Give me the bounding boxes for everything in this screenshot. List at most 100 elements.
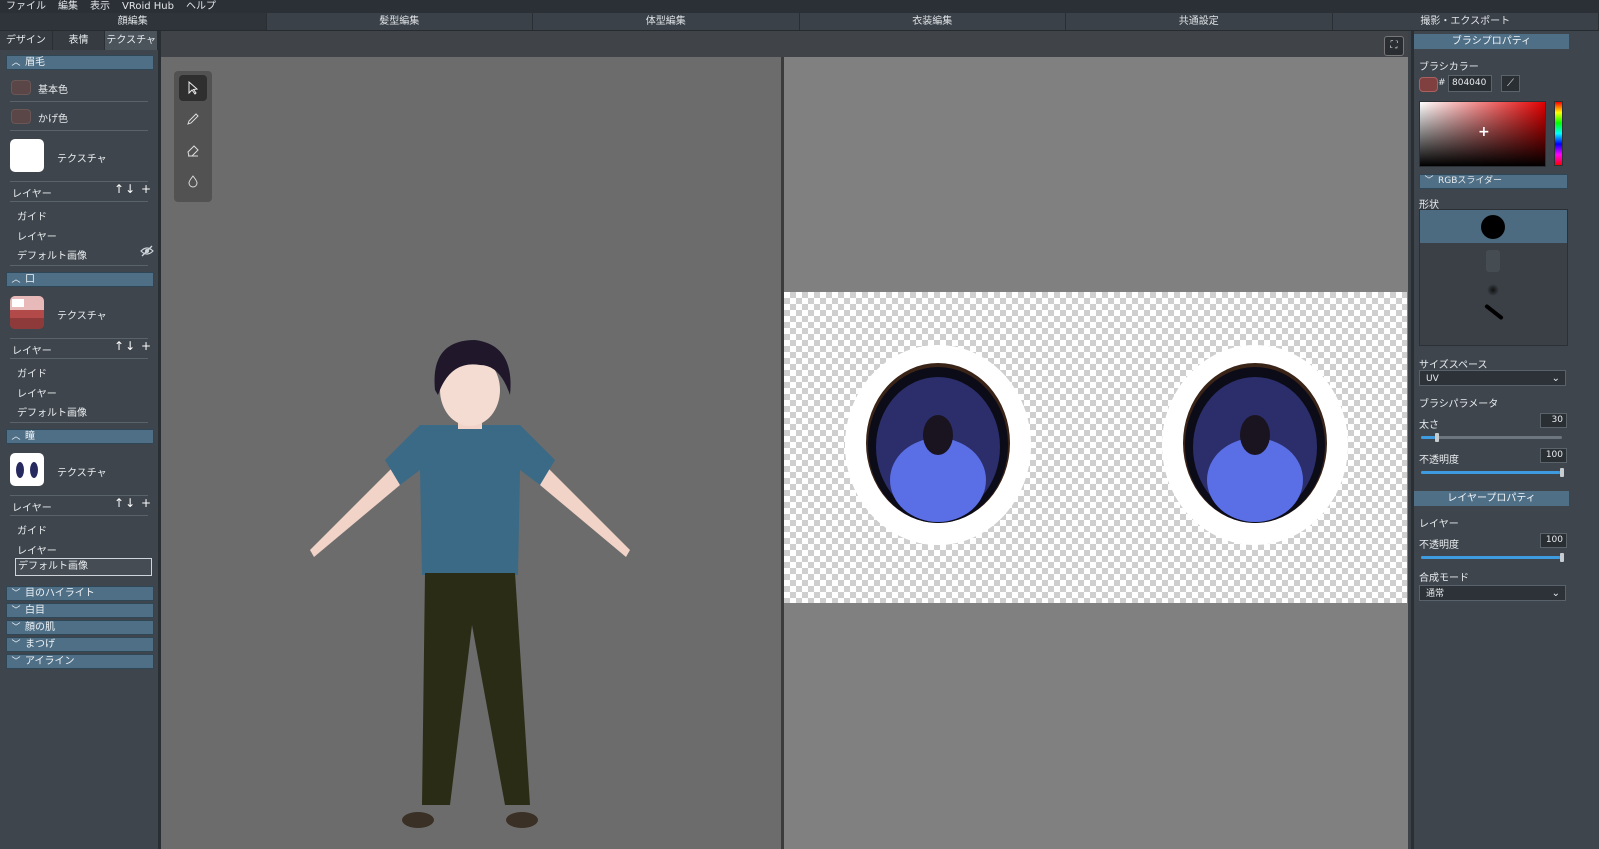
mouth-texture-thumbnail[interactable] xyxy=(10,296,44,329)
chevron-down-icon: ⌄ xyxy=(1551,588,1560,599)
size-space-label: サイズスペース xyxy=(1419,360,1488,371)
tool-palette xyxy=(174,71,212,202)
layer-opacity-input[interactable]: 100 xyxy=(1540,533,1567,548)
brush-shape-soft[interactable] xyxy=(1486,250,1500,272)
chevron-down-icon: ﹀ xyxy=(11,623,21,633)
tab-photo-export[interactable]: 撮影・エクスポート xyxy=(1333,13,1599,30)
layer-item-guide[interactable]: ガイド xyxy=(17,522,157,537)
size-space-dropdown[interactable]: UV ⌄ xyxy=(1419,370,1566,386)
tab-hair-edit[interactable]: 髪型編集 xyxy=(267,13,533,30)
brush-shape-blur[interactable] xyxy=(1487,284,1499,296)
layer-item-layer[interactable]: レイヤー xyxy=(17,385,157,400)
fill-drop-icon[interactable] xyxy=(179,168,207,194)
eyebrow-layer-controls[interactable]: ↑↓ + xyxy=(114,182,152,196)
iris-layer-controls[interactable]: ↑↓ + xyxy=(114,496,152,510)
menu-view[interactable]: 表示 xyxy=(84,0,116,13)
layer-item-layer[interactable]: レイヤー xyxy=(17,542,157,557)
section-face-skin[interactable]: ﹀ 顔の肌 xyxy=(6,620,154,635)
section-eyeline[interactable]: ﹀ アイライン xyxy=(6,654,154,669)
section-eye-white[interactable]: ﹀ 白目 xyxy=(6,603,154,618)
chevron-up-icon: ︿ xyxy=(11,275,21,285)
opacity-label: 不透明度 xyxy=(1419,455,1459,466)
section-title: アイライン xyxy=(25,656,75,667)
layer-item-layer[interactable]: レイヤー xyxy=(17,228,157,243)
blend-mode-label: 合成モード xyxy=(1419,573,1469,584)
color-picker-square[interactable]: + xyxy=(1419,101,1546,167)
base-color-label: 基本色 xyxy=(38,85,68,96)
divider xyxy=(10,265,148,266)
divider xyxy=(10,101,148,102)
chevron-down-icon: ﹀ xyxy=(1424,176,1434,186)
tab-outfit-edit[interactable]: 衣装編集 xyxy=(800,13,1066,30)
cursor-icon[interactable] xyxy=(179,75,207,101)
eraser-icon[interactable] xyxy=(179,137,207,163)
section-title: 白目 xyxy=(25,605,45,616)
rgb-slider-section[interactable]: ﹀ RGBスライダー xyxy=(1419,174,1568,189)
menu-help[interactable]: ヘルプ xyxy=(180,0,222,13)
layer-item-default-image-selected[interactable]: デフォルト画像 xyxy=(15,558,152,576)
main-tabs: 顔編集 髪型編集 体型編集 衣装編集 共通設定 撮影・エクスポート xyxy=(0,13,1599,31)
section-iris-title: 瞳 xyxy=(25,431,35,442)
brush-shape-hard-round[interactable] xyxy=(1420,210,1567,243)
subtab-texture[interactable]: テクスチャ xyxy=(105,31,159,50)
chevron-down-icon: ﹀ xyxy=(11,606,21,616)
thickness-label: 太さ xyxy=(1419,420,1439,431)
chevron-up-icon: ︿ xyxy=(11,432,21,442)
section-mouth[interactable]: ︿ 口 xyxy=(6,272,154,287)
opacity-knob[interactable] xyxy=(1560,468,1564,477)
layer-opacity-knob[interactable] xyxy=(1560,553,1564,562)
mouth-layer-controls[interactable]: ↑↓ + xyxy=(114,339,152,353)
color-picker-cursor: + xyxy=(1478,124,1490,140)
blend-mode-value: 通常 xyxy=(1426,589,1445,599)
section-eyebrow-title: 眉毛 xyxy=(25,57,45,68)
eyebrow-texture-thumbnail[interactable] xyxy=(10,139,44,172)
pen-icon[interactable] xyxy=(179,106,207,132)
tab-body-edit[interactable]: 体型編集 xyxy=(533,13,800,30)
hex-input[interactable]: 804040 xyxy=(1448,75,1492,92)
thickness-fill xyxy=(1421,436,1435,439)
subtab-design[interactable]: デザイン xyxy=(0,31,53,50)
brush-properties-header: ブラシプロパティ xyxy=(1414,34,1569,49)
subtab-expression[interactable]: 表情 xyxy=(53,31,106,50)
character-model xyxy=(310,340,630,828)
thickness-input[interactable]: 30 xyxy=(1540,413,1567,428)
shadow-color-swatch[interactable] xyxy=(11,109,31,124)
tab-common-settings[interactable]: 共通設定 xyxy=(1066,13,1333,30)
section-mouth-title: 口 xyxy=(25,274,35,285)
thickness-track[interactable] xyxy=(1421,436,1562,439)
section-iris[interactable]: ︿ 瞳 xyxy=(6,429,154,444)
shadow-color-label: かげ色 xyxy=(38,114,68,125)
menu-file[interactable]: ファイル xyxy=(0,0,52,13)
opacity-input[interactable]: 100 xyxy=(1540,448,1567,463)
hard-round-brush-icon xyxy=(1481,215,1505,239)
divider xyxy=(10,201,148,202)
section-title: まつげ xyxy=(25,639,55,650)
rgb-slider-label: RGBスライダー xyxy=(1438,176,1503,186)
eye-off-icon[interactable] xyxy=(140,245,154,260)
menu-edit[interactable]: 編集 xyxy=(52,0,84,13)
chevron-down-icon: ⌄ xyxy=(1551,373,1560,384)
brush-shape-line[interactable] xyxy=(1484,303,1504,321)
section-eyelashes[interactable]: ﹀ まつげ xyxy=(6,637,154,652)
layer-item-guide[interactable]: ガイド xyxy=(17,208,157,223)
view-toggle-icon[interactable]: ⛶ xyxy=(1384,36,1404,56)
layer-label: レイヤー xyxy=(1419,519,1459,530)
brush-color-swatch[interactable] xyxy=(1419,77,1438,92)
eyedropper-icon[interactable]: ⟋ xyxy=(1501,75,1520,92)
section-eyebrow[interactable]: ︿ 眉毛 xyxy=(6,55,154,70)
chevron-down-icon: ﹀ xyxy=(11,657,21,667)
hue-slider[interactable] xyxy=(1554,101,1563,166)
layer-item-guide[interactable]: ガイド xyxy=(17,365,157,380)
layer-item-default-image[interactable]: デフォルト画像 xyxy=(17,404,157,419)
divider xyxy=(10,130,148,131)
chevron-up-icon: ︿ xyxy=(11,58,21,68)
tab-face-edit[interactable]: 顔編集 xyxy=(0,13,267,30)
section-eye-highlight[interactable]: ﹀ 目のハイライト xyxy=(6,586,154,601)
base-color-swatch[interactable] xyxy=(11,80,31,95)
menu-vroid-hub[interactable]: VRoid Hub xyxy=(116,0,180,13)
layer-item-default-image[interactable]: デフォルト画像 xyxy=(17,247,157,262)
blend-mode-dropdown[interactable]: 通常 ⌄ xyxy=(1419,585,1566,601)
thickness-knob[interactable] xyxy=(1435,433,1439,442)
left-panel: デザイン 表情 テクスチャ ︿ 眉毛 基本色 かげ色 テクスチャ レイヤー ↑↓ … xyxy=(0,31,161,849)
iris-texture-thumbnail[interactable] xyxy=(10,453,44,486)
